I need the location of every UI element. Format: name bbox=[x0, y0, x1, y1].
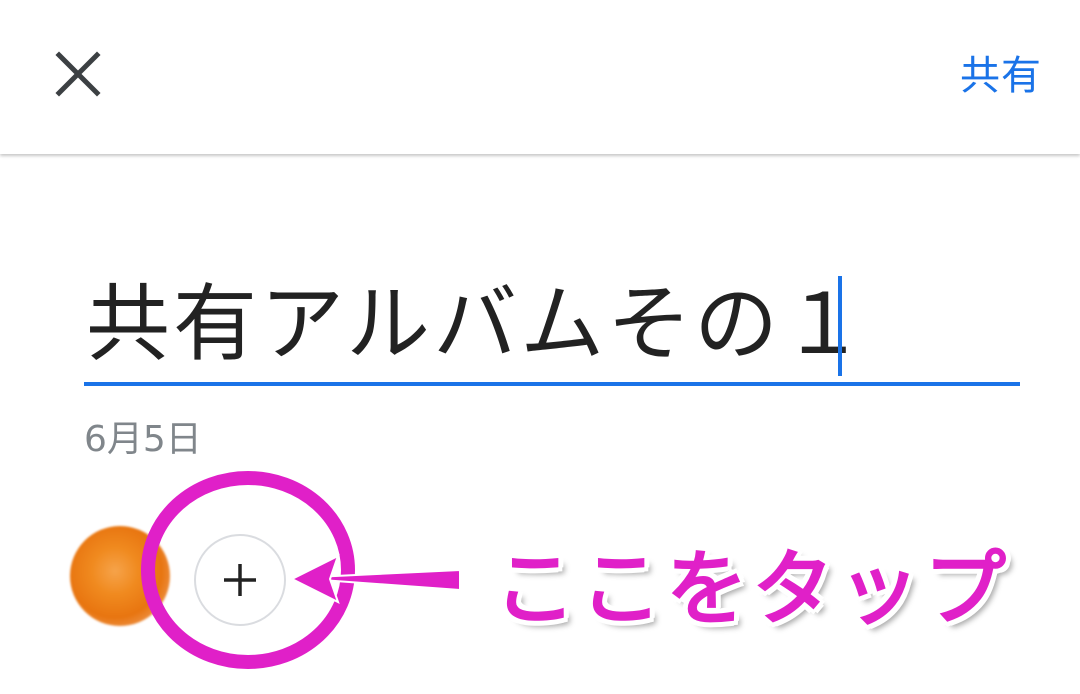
close-icon bbox=[55, 51, 101, 97]
share-button[interactable]: 共有 bbox=[960, 40, 1042, 104]
close-button[interactable] bbox=[38, 34, 118, 114]
annotation-label: ここをタップ bbox=[494, 542, 1011, 637]
add-member-button[interactable] bbox=[194, 534, 286, 626]
annotation-arrow bbox=[289, 554, 461, 604]
album-date: 6月5日 bbox=[84, 419, 202, 460]
album-title-text: 共有アルバムその１ bbox=[86, 275, 869, 373]
plus-icon bbox=[224, 564, 256, 596]
top-app-bar: 共有 bbox=[0, 0, 1080, 154]
album-title-input[interactable]: 共有アルバムその１ bbox=[84, 270, 1020, 386]
avatar bbox=[70, 526, 170, 626]
text-cursor bbox=[838, 276, 842, 376]
create-shared-album-screen: 共有 共有アルバムその１ 6月5日 ここをタップ bbox=[0, 0, 1080, 694]
